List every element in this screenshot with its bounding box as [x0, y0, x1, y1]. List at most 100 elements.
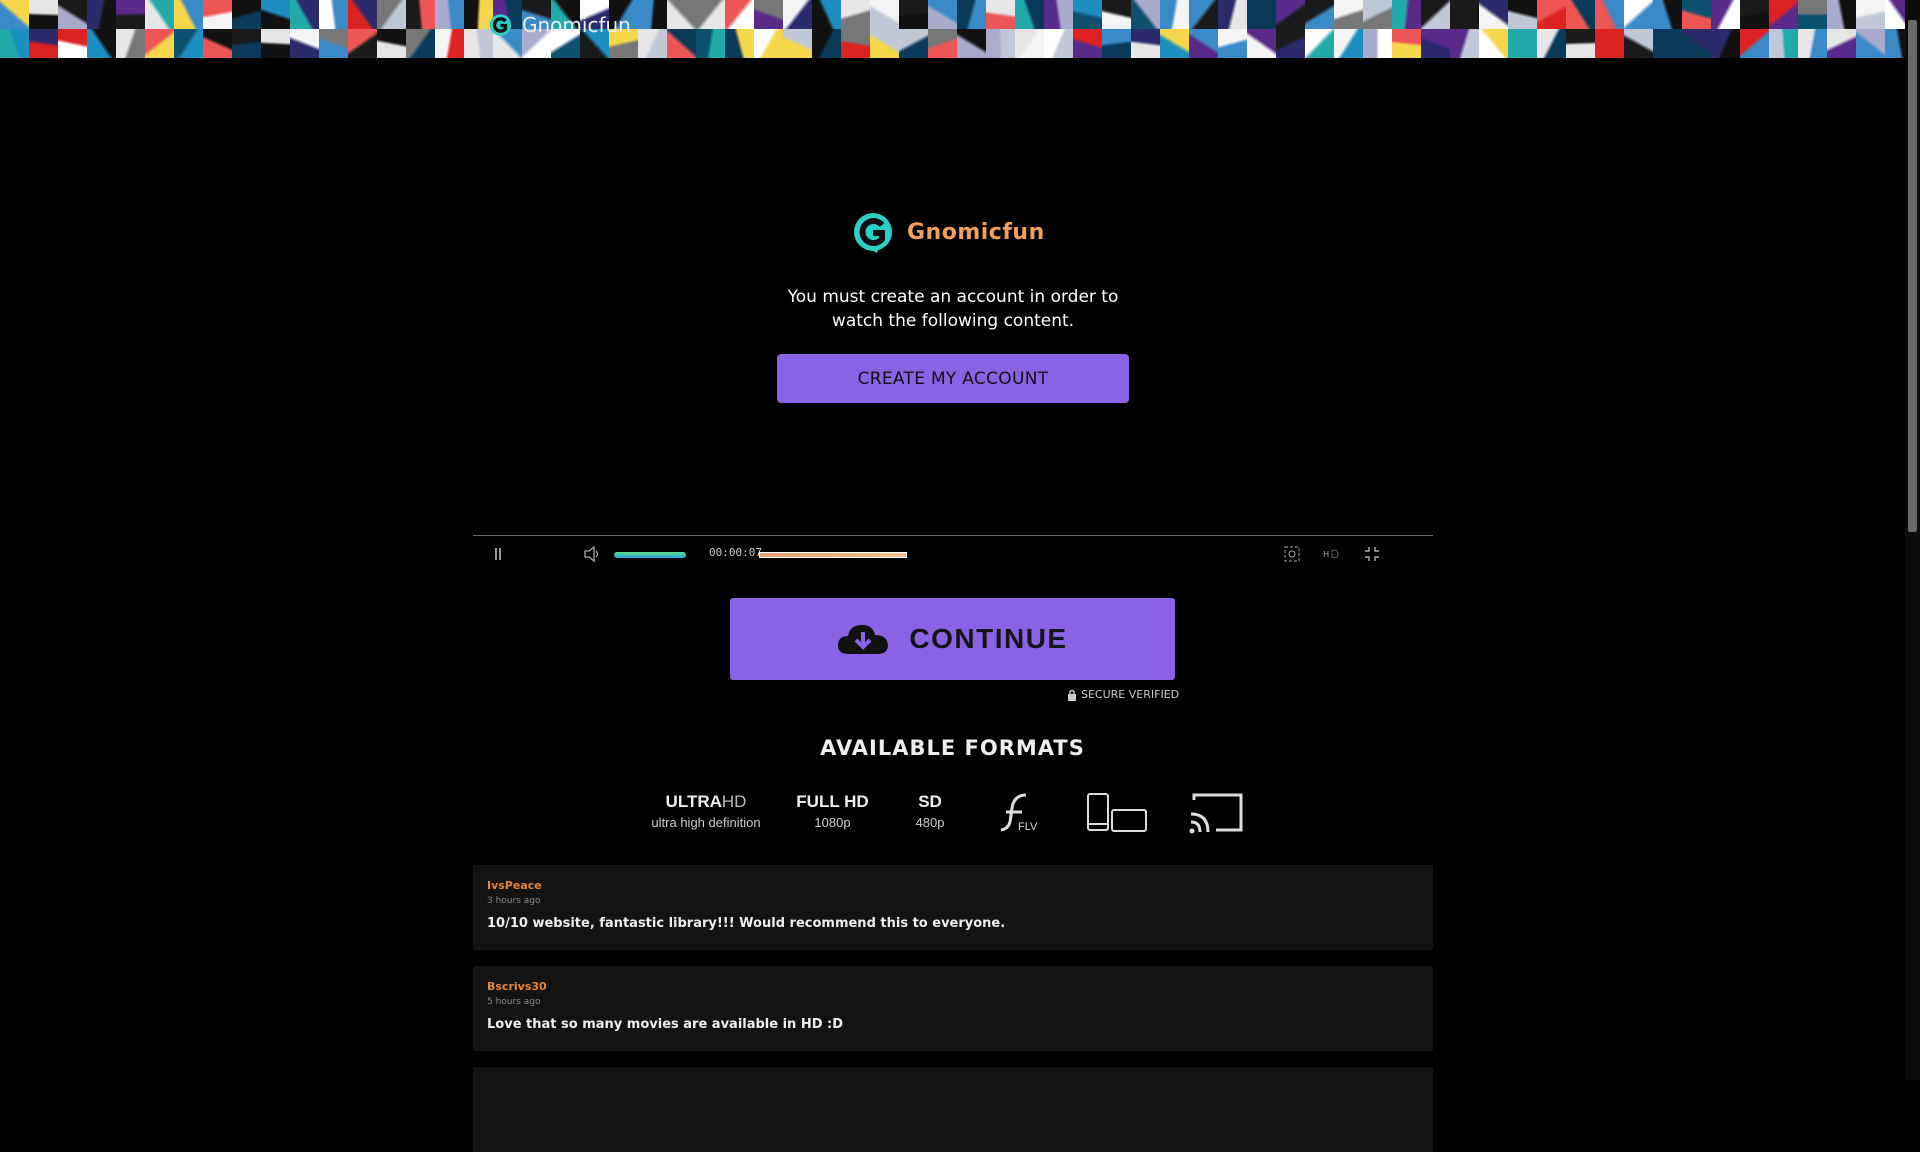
mosaic-thumbnail [841, 29, 870, 58]
mosaic-thumbnail [1073, 29, 1102, 58]
create-account-button[interactable]: CREATE MY ACCOUNT [777, 354, 1129, 403]
mosaic-thumbnail [667, 29, 696, 58]
page-scrollbar[interactable] [1905, 0, 1920, 1080]
mosaic-thumbnail [1537, 0, 1566, 29]
mosaic-thumbnail [1102, 29, 1131, 58]
mosaic-thumbnail [406, 29, 435, 58]
mosaic-thumbnail [261, 0, 290, 29]
mosaic-thumbnail [667, 0, 696, 29]
volume-slider[interactable] [614, 552, 686, 558]
brand-name: Gnomicfun [907, 219, 1045, 245]
mosaic-thumbnail [1798, 0, 1827, 29]
mosaic-thumbnail [1653, 0, 1682, 29]
mosaic-thumbnail [1392, 29, 1421, 58]
scrollbar-thumb[interactable] [1908, 20, 1917, 532]
mosaic-thumbnail [1595, 0, 1624, 29]
mosaic-thumbnail [1015, 0, 1044, 29]
g-logo-icon [489, 14, 512, 36]
mosaic-thumbnail [725, 29, 754, 58]
g-logo-icon [854, 213, 892, 253]
available-formats-heading: AVAILABLE FORMATS [820, 736, 1085, 760]
mosaic-thumbnail [116, 0, 145, 29]
mosaic-thumbnail [1305, 29, 1334, 58]
mosaic-thumbnail [290, 0, 319, 29]
time-display: 00:00:07 [709, 546, 762, 559]
mosaic-thumbnail [754, 29, 783, 58]
mosaic-thumbnail [261, 29, 290, 58]
mosaic-thumbnail [754, 0, 783, 29]
mosaic-thumbnail [1363, 29, 1392, 58]
mosaic-thumbnail [58, 0, 87, 29]
screenshot-icon[interactable] [1283, 545, 1301, 563]
mosaic-thumbnail [348, 0, 377, 29]
mosaic-thumbnail [319, 0, 348, 29]
mosaic-thumbnail [1218, 29, 1247, 58]
mosaic-thumbnail [1305, 0, 1334, 29]
mosaic-thumbnail [87, 29, 116, 58]
cast-icon [1189, 793, 1243, 834]
flash-flv-icon: FLV [1000, 793, 1038, 833]
format-ultrahd: ULTRAHD ultra high definition [640, 792, 772, 830]
mosaic-thumbnail [377, 0, 406, 29]
mosaic-thumbnail [812, 0, 841, 29]
pause-icon[interactable] [495, 548, 501, 560]
mosaic-thumbnail [1189, 29, 1218, 58]
format-fullhd-label: FULL HD [796, 792, 869, 811]
mosaic-thumbnail [1131, 29, 1160, 58]
mosaic-thumbnail [1856, 0, 1885, 29]
progress-bar[interactable] [759, 552, 907, 558]
mosaic-thumbnail [638, 29, 667, 58]
player-brand: Gnomicfun [851, 211, 1045, 253]
comment-text: Love that so many movies are available i… [487, 1017, 844, 1032]
mosaic-thumbnail [29, 29, 58, 58]
mosaic-thumbnail [1479, 0, 1508, 29]
mosaic-thumbnail [1653, 29, 1682, 58]
volume-icon[interactable] [583, 546, 601, 562]
mosaic-thumbnail [1682, 29, 1711, 58]
mosaic-thumbnail [1015, 29, 1044, 58]
mosaic-thumbnail [0, 0, 29, 29]
video-player[interactable]: Gnomicfun You must create an account in … [473, 59, 1433, 562]
mosaic-thumbnail [1276, 29, 1305, 58]
mosaic-thumbnail [174, 29, 203, 58]
mosaic-thumbnail [1102, 0, 1131, 29]
continue-button[interactable]: CONTINUE [730, 598, 1175, 680]
cloud-download-icon [838, 625, 889, 654]
mosaic-thumbnail [1566, 0, 1595, 29]
header-site-name: Gnomicfun [522, 13, 631, 37]
mosaic-thumbnail [1769, 0, 1798, 29]
mosaic-thumbnail [1073, 0, 1102, 29]
comment-item: Bscrivs30 5 hours ago Love that so many … [473, 966, 1433, 1051]
mosaic-thumbnail [1682, 0, 1711, 29]
mosaic-thumbnail [812, 29, 841, 58]
mosaic-thumbnail [1392, 0, 1421, 29]
mosaic-thumbnail [1566, 29, 1595, 58]
format-fullhd-desc: 1080p [814, 815, 851, 830]
mosaic-thumbnail [957, 29, 986, 58]
mosaic-thumbnail [145, 29, 174, 58]
mosaic-thumbnail [1421, 29, 1450, 58]
mosaic-thumbnail [29, 0, 58, 29]
format-sd: SD 480p [900, 792, 960, 830]
format-ultrahd-thin: HD [721, 792, 747, 811]
header-logo[interactable]: Gnomicfun [488, 12, 631, 38]
mosaic-thumbnail [0, 29, 29, 58]
mosaic-thumbnail [1885, 29, 1905, 58]
comment-username[interactable]: IvsPeace [487, 879, 542, 892]
mosaic-thumbnail [725, 0, 754, 29]
mosaic-thumbnail [783, 0, 812, 29]
secure-verified-badge: SECURE VERIFIED [1067, 688, 1179, 701]
fullscreen-icon[interactable] [1363, 545, 1381, 563]
comment-item: IvsPeace 3 hours ago 10/10 website, fant… [473, 865, 1433, 950]
mosaic-thumbnail [696, 29, 725, 58]
mosaic-thumbnail [957, 0, 986, 29]
mosaic-thumbnail [1624, 29, 1653, 58]
mosaic-thumbnail [377, 29, 406, 58]
mosaic-thumbnail [1508, 29, 1537, 58]
mosaic-thumbnail [174, 0, 203, 29]
comment-username[interactable]: Bscrivs30 [487, 980, 547, 993]
mosaic-thumbnail [1334, 29, 1363, 58]
mosaic-thumbnail [116, 29, 145, 58]
mosaic-thumbnail [1160, 0, 1189, 29]
hd-icon[interactable]: H [1323, 545, 1341, 563]
